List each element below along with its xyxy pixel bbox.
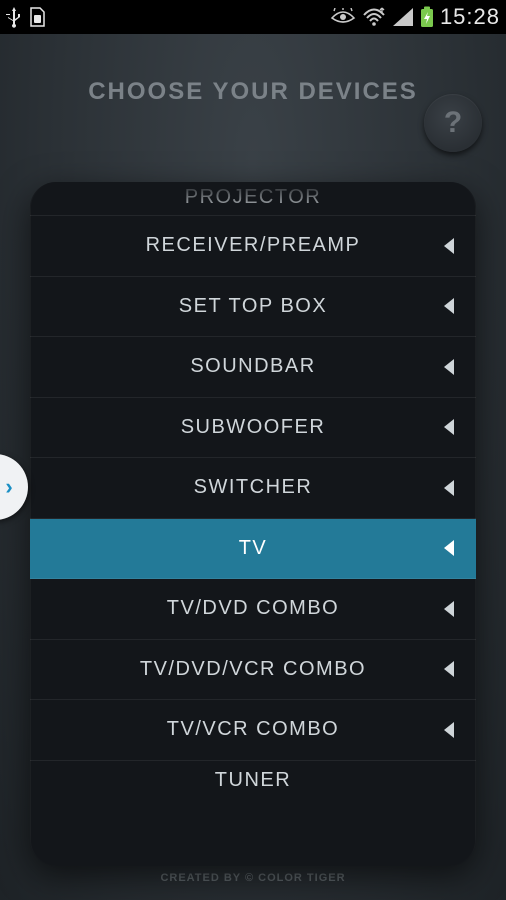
battery-charging-icon (420, 6, 434, 28)
device-row[interactable]: TV/DVD/VCR COMBO (30, 640, 476, 701)
device-row[interactable]: TV/VCR COMBO (30, 700, 476, 761)
device-row[interactable]: RECEIVER/PREAMP (30, 216, 476, 277)
sim-card-icon (28, 6, 46, 28)
device-row[interactable]: SWITCHER (30, 458, 476, 519)
device-list-panel: PROJECTOR RECEIVER/PREAMP SET TOP BOX SOUND… (30, 182, 476, 866)
device-list[interactable]: PROJECTOR RECEIVER/PREAMP SET TOP BOX SOUND… (30, 182, 476, 866)
device-row[interactable]: SET TOP BOX (30, 277, 476, 338)
device-label: SUBWOOFER (181, 416, 326, 439)
device-row[interactable]: SUBWOOFER (30, 398, 476, 459)
footer-line2: CREATED BY © COLOR TIGER (0, 872, 506, 884)
chevron-left-icon (444, 480, 454, 496)
chevron-left-icon (444, 298, 454, 314)
device-label: SET TOP BOX (179, 295, 327, 318)
cell-signal-icon (392, 7, 414, 27)
device-label: SOUNDBAR (190, 355, 315, 378)
device-label: TV/DVD COMBO (167, 597, 339, 620)
device-label: PROJECTOR (185, 186, 321, 209)
chevron-left-icon (444, 601, 454, 617)
android-status-bar: 15:28 (0, 0, 506, 34)
device-row[interactable]: TUNER (30, 761, 476, 801)
chevron-left-icon (444, 419, 454, 435)
device-row[interactable]: SOUNDBAR (30, 337, 476, 398)
device-row[interactable]: PROJECTOR (30, 182, 476, 216)
usb-icon (6, 6, 22, 28)
device-row[interactable]: TV/DVD COMBO (30, 579, 476, 640)
help-button[interactable]: ? (424, 94, 482, 152)
status-clock: 15:28 (440, 4, 500, 30)
chevron-left-icon (444, 359, 454, 375)
chevron-left-icon (444, 540, 454, 556)
page-title: CHOOSE YOUR DEVICES (0, 34, 506, 106)
device-label: TV (239, 537, 268, 560)
chevron-left-icon (444, 238, 454, 254)
chevron-left-icon (444, 661, 454, 677)
device-label: TV/VCR COMBO (167, 718, 339, 741)
drawer-handle[interactable]: › (0, 454, 28, 520)
device-row[interactable]: TV (30, 519, 476, 580)
device-label: RECEIVER/PREAMP (146, 234, 361, 257)
device-label: SWITCHER (194, 476, 313, 499)
help-icon: ? (444, 106, 462, 140)
wifi-icon (362, 7, 386, 27)
smart-stay-eye-icon (330, 8, 356, 26)
device-label: TV/DVD/VCR COMBO (140, 658, 366, 681)
app-root: CHOOSE YOUR DEVICES ? › PROJECTOR RECEIVE… (0, 34, 506, 900)
device-label: TUNER (215, 769, 291, 792)
chevron-left-icon (444, 722, 454, 738)
chevron-right-icon: › (5, 474, 12, 500)
